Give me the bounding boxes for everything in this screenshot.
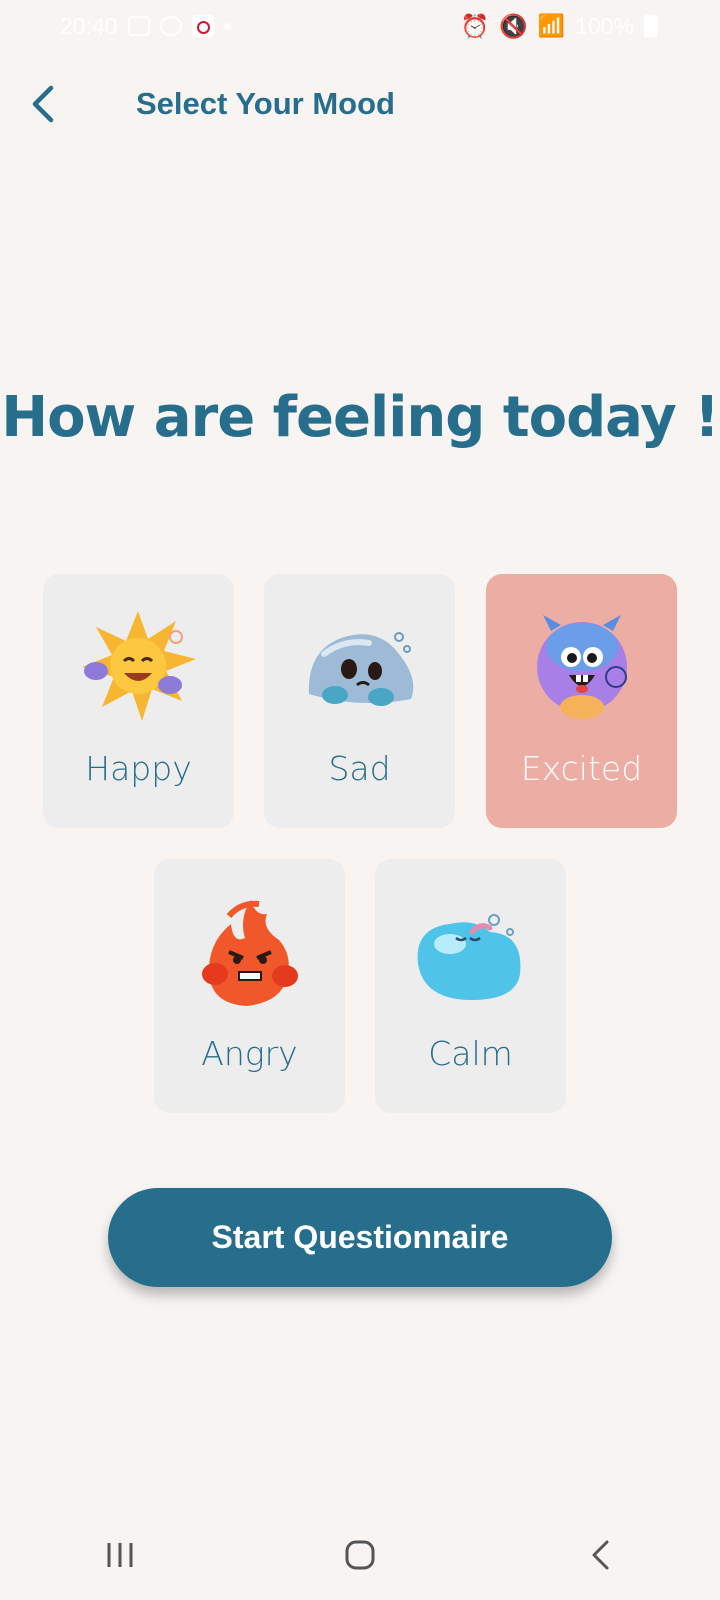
page-title: Select Your Mood xyxy=(136,86,395,121)
mood-label: Sad xyxy=(328,749,391,788)
alarm-icon: ⏰ xyxy=(460,12,490,39)
recent-apps-button[interactable] xyxy=(70,1520,170,1590)
mood-selection-screen: 20:40 ⏰ 🔇 📶 100% Select Your Mood How ar… xyxy=(0,0,720,1600)
chevron-left-icon xyxy=(32,85,54,123)
rock-character-icon xyxy=(308,632,414,706)
mood-label: Calm xyxy=(428,1034,513,1073)
back-arrow-icon xyxy=(592,1540,609,1570)
mood-card-angry[interactable]: Angry xyxy=(154,859,345,1113)
monster-character-icon xyxy=(537,615,627,719)
mood-card-sad[interactable]: Sad xyxy=(264,574,455,828)
bubble-character-icon xyxy=(417,914,521,1000)
screen-record-icon xyxy=(191,15,214,37)
nav-back-button[interactable] xyxy=(550,1520,650,1590)
mood-question: How are feeling today ! xyxy=(1,385,720,450)
more-notifications-dot-icon xyxy=(223,22,231,30)
home-button[interactable] xyxy=(310,1520,410,1590)
recent-apps-icon xyxy=(107,1543,133,1567)
status-time: 20:40 xyxy=(60,12,118,39)
fire-character-icon xyxy=(202,900,298,1006)
mood-label: Excited xyxy=(520,749,643,788)
wifi-icon: 📶 xyxy=(537,13,566,38)
gallery-notification-icon xyxy=(127,16,150,36)
mood-label: Happy xyxy=(85,749,192,788)
battery-percentage: 100% xyxy=(575,12,634,39)
home-icon xyxy=(345,1540,375,1570)
mood-card-excited[interactable]: Excited xyxy=(486,574,677,828)
battery-icon xyxy=(644,15,658,37)
back-button[interactable] xyxy=(22,80,66,128)
mood-card-calm[interactable]: Calm xyxy=(375,859,566,1113)
status-bar: 20:40 ⏰ 🔇 📶 100% xyxy=(0,0,720,52)
mood-card-happy[interactable]: Happy xyxy=(43,574,234,828)
mood-label: Angry xyxy=(201,1034,298,1073)
mute-icon: 🔇 xyxy=(499,12,528,39)
messenger-notification-icon xyxy=(159,16,182,36)
system-navigation-bar xyxy=(0,1510,720,1600)
sun-character-icon xyxy=(82,611,196,721)
start-questionnaire-button[interactable]: Start Questionnaire xyxy=(108,1188,612,1287)
